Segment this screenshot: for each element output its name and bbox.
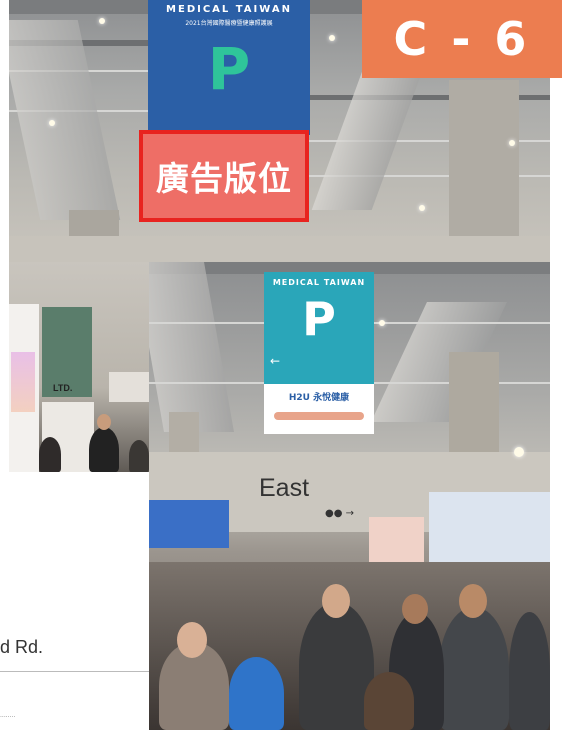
parking-banner-top: MEDICAL TAIWAN 2021台灣國際醫療暨健康照護展 P: [148, 0, 310, 135]
map-road-line: [0, 671, 149, 672]
visitor-head: [402, 594, 428, 624]
parking-banner-main: MEDICAL TAIWAN P ← H2U 永悅健康: [264, 272, 374, 434]
hall-photo-main: MEDICAL TAIWAN P ← H2U 永悅健康 East ●● →: [149, 262, 550, 730]
banner-brand: MEDICAL TAIWAN: [272, 278, 366, 287]
map-small-text: ········: [0, 714, 16, 721]
booth-sign: [149, 500, 229, 548]
map-fragment: [0, 472, 149, 730]
ceiling-light: [49, 120, 55, 126]
visitor: [89, 427, 119, 472]
air-duct: [311, 60, 427, 210]
visitor-head: [322, 584, 350, 618]
visitor: [509, 612, 550, 730]
ceiling-light: [509, 140, 515, 146]
hall-wall: [9, 236, 550, 262]
parking-letter: P: [302, 292, 336, 346]
arrow-left-icon: ←: [270, 354, 281, 368]
booth-structure: [429, 492, 550, 562]
booth-graphic: [11, 352, 35, 412]
ad-slot-label: 廣告版位: [139, 130, 309, 222]
booth-sign-ltd: LTD.: [53, 383, 73, 393]
air-duct: [9, 20, 121, 220]
sponsor-name: H2U 永悅健康: [288, 393, 350, 403]
ceiling-light: [329, 35, 335, 41]
visitor-head: [177, 622, 207, 658]
visitor: [39, 437, 61, 472]
ceiling-light: [379, 320, 385, 326]
booth-structure: [369, 517, 424, 562]
banner-subtitle: 2021台灣國際醫療暨健康照護展: [185, 20, 273, 27]
sponsor-strip: [274, 412, 364, 420]
visitor: [129, 440, 149, 472]
hall-sign-east: East: [259, 474, 310, 502]
visitor-head: [97, 414, 111, 430]
location-badge: C - 6: [362, 0, 562, 78]
map-road-label: d Rd.: [0, 637, 44, 657]
air-duct: [149, 262, 234, 432]
visitor: [299, 602, 374, 730]
visitor-head: [459, 584, 487, 618]
banner-brand: MEDICAL TAIWAN: [166, 4, 292, 15]
visitor: [364, 672, 414, 730]
hall-pillar: [449, 80, 519, 262]
ceiling-light: [419, 205, 425, 211]
visitor: [439, 607, 509, 730]
visitor-bag: [229, 657, 284, 730]
restroom-icon: ●● →: [325, 508, 355, 519]
ceiling-light: [99, 18, 105, 24]
hall-photo-left: LTD.: [9, 262, 149, 472]
parking-letter: P: [207, 35, 251, 103]
ceiling-light: [514, 447, 524, 457]
booth-sign: [109, 372, 149, 402]
